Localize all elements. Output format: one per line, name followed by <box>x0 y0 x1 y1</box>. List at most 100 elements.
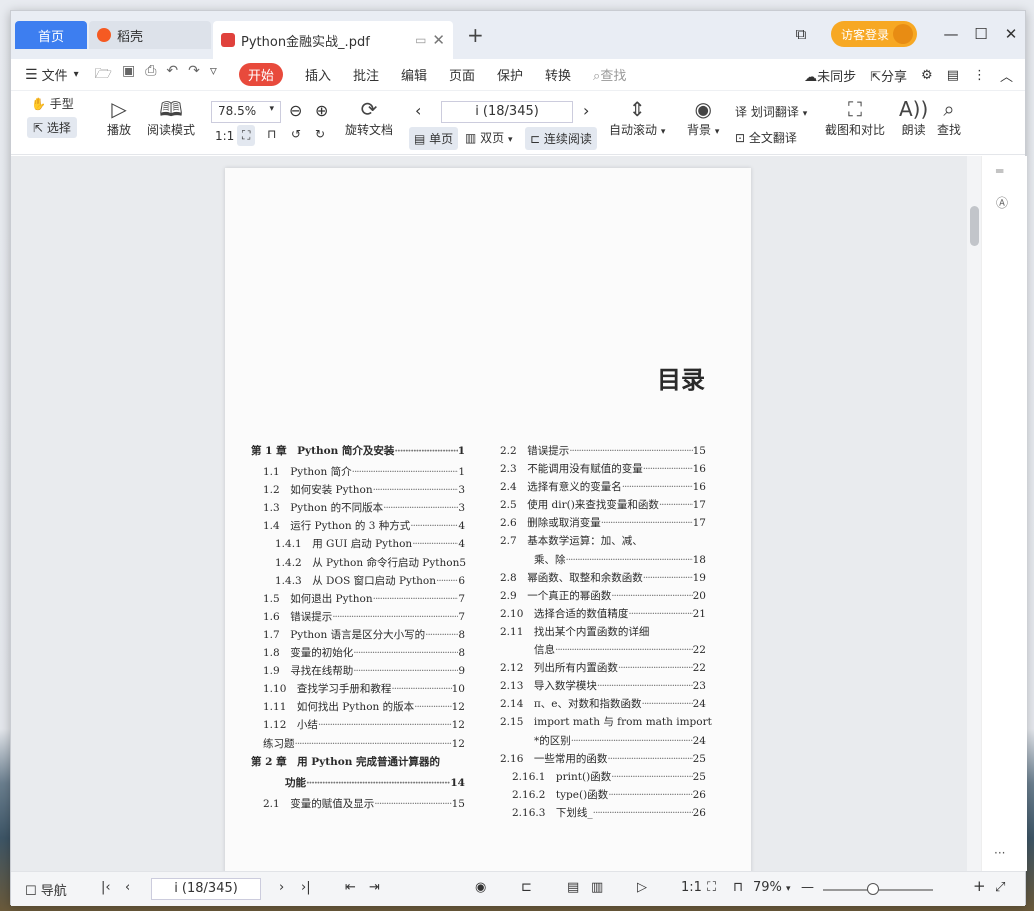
toc-entry[interactable]: *的区别 24 <box>500 732 706 750</box>
menu-edit[interactable]: 编辑 <box>401 65 427 84</box>
toc-entry[interactable]: 1.1 Python 简介 1 <box>251 463 465 481</box>
actual-size-icon[interactable]: 1:1 <box>681 880 702 895</box>
continuous-read-button[interactable]: ⊏ 连续阅读 <box>525 127 597 150</box>
close-window-button[interactable]: ✕ <box>997 25 1025 43</box>
menu-convert[interactable]: 转换 <box>545 65 571 84</box>
full-translate-button[interactable]: ⊡ 全文翻译 <box>735 129 797 146</box>
screenshot-compare-button[interactable]: ⛶ 截图和对比 <box>825 97 885 138</box>
more-vertical-icon[interactable]: ⋮ <box>973 68 986 83</box>
visitor-login-button[interactable]: 访客登录 <box>830 21 917 47</box>
continuous-mode-icon[interactable]: ⊏ <box>521 880 532 895</box>
first-page-icon[interactable]: |‹ <box>101 880 111 895</box>
undo-icon[interactable]: ↶ <box>166 63 178 87</box>
next-page-icon[interactable]: › <box>279 880 284 895</box>
fullscreen-icon[interactable]: ⤢ <box>995 880 1005 895</box>
toc-entry[interactable]: 2.3 不能调用没有赋值的变量 16 <box>500 460 706 478</box>
share-button[interactable]: ⇱分享 <box>870 66 907 85</box>
fit-width-icon[interactable]: ⊓ <box>733 880 743 895</box>
zoom-in-button[interactable]: + <box>973 877 986 895</box>
more-horizontal-icon[interactable]: ··· <box>994 846 1005 860</box>
hamburger-icon[interactable]: ☰ <box>25 67 38 83</box>
toc-entry[interactable]: 2.16.3 下划线_ 26 <box>500 804 706 822</box>
menu-start[interactable]: 开始 <box>238 63 283 86</box>
toc-entry[interactable]: 1.4.1 用 GUI 启动 Python 4 <box>251 535 465 553</box>
fit-page-icon[interactable]: ⛶ <box>707 880 716 895</box>
toc-entry[interactable]: 2.8 幂函数、取整和余数函数 19 <box>500 569 706 587</box>
single-page-icon[interactable]: ▤ <box>567 880 579 895</box>
toc-entry[interactable]: 2.16 一些常用的函数 25 <box>500 750 706 768</box>
toc-entry[interactable]: 1.12 小结 12 <box>251 716 465 734</box>
navigation-button[interactable]: ☐ 导航 <box>25 880 67 899</box>
minimize-button[interactable]: — <box>937 25 965 43</box>
open-folder-icon[interactable]: 🗁 <box>95 63 112 87</box>
toc-entry[interactable]: 2.5 使用 dir()来查找变量和函数 17 <box>500 496 706 514</box>
word-translate-button[interactable]: 译 划词翻译 ▾ <box>735 103 807 120</box>
monitor-icon[interactable]: ▭ <box>415 33 426 47</box>
toc-entry[interactable]: 1.4.2 从 Python 命令行启动 Python 5 <box>251 554 466 572</box>
toc-entry[interactable]: 1.2 如何安装 Python 3 <box>251 481 465 499</box>
actual-size-icon[interactable]: 1:1 <box>215 129 234 143</box>
toc-entry[interactable]: 2.16.1 print()函数 25 <box>500 768 706 786</box>
collapse-ribbon-icon[interactable]: ︿ <box>1000 66 1013 85</box>
save-icon[interactable]: ▣ <box>122 63 135 87</box>
find-button[interactable]: ⌕ 查找 <box>937 97 961 138</box>
toc-entry[interactable]: 1.5 如何退出 Python 7 <box>251 590 465 608</box>
toc-entry[interactable]: 2.7 基本数学运算：加、减、 <box>500 532 706 550</box>
ocr-search-icon[interactable]: Ⓐ <box>996 194 1008 211</box>
toc-entry[interactable]: 2.1 变量的赋值及显示 15 <box>251 795 465 813</box>
new-tab-button[interactable]: + <box>467 23 484 47</box>
double-page-button[interactable]: ▥ 双页 ▾ <box>465 129 513 146</box>
single-page-button[interactable]: ▤ 单页 <box>409 127 459 150</box>
toc-entry[interactable]: 练习题 12 <box>251 735 465 753</box>
tab-home[interactable]: 首页 <box>15 21 87 49</box>
play-icon[interactable]: ▷ <box>637 880 647 895</box>
more-chevron-icon[interactable]: ▿ <box>210 63 217 87</box>
toc-entry[interactable]: 2.4 选择有意义的变量名 16 <box>500 478 706 496</box>
toc-entry[interactable]: 1.8 变量的初始化 8 <box>251 644 465 662</box>
back-icon[interactable]: ⇤ <box>345 880 356 895</box>
double-page-icon[interactable]: ▥ <box>591 880 603 895</box>
toc-entry[interactable]: 1.6 错误提示 7 <box>251 608 465 626</box>
document-canvas[interactable]: 目录 第 1 章 Python 简介及安装 1 1.1 Python 简介 1 1.2 … <box>11 156 967 871</box>
play-button[interactable]: ▷ 播放 <box>107 97 131 138</box>
toc-entry[interactable]: 2.14 π、e、对数和指数函数 24 <box>500 695 706 713</box>
zoom-slider-knob[interactable] <box>867 883 879 895</box>
sync-status[interactable]: ☁未同步 <box>804 66 856 85</box>
zoom-select[interactable]: 78.5% ▾ <box>211 101 281 123</box>
background-button[interactable]: ◉ 背景 ▾ <box>687 97 719 138</box>
last-page-icon[interactable]: ›| <box>301 880 311 895</box>
toc-entry[interactable]: 2.15 import math 与 from math import <box>500 713 712 731</box>
vertical-scrollbar[interactable] <box>967 156 981 871</box>
rotate-document-button[interactable]: ⟳ 旋转文档 <box>345 97 393 138</box>
next-page-icon[interactable]: › <box>583 101 589 120</box>
close-tab-icon[interactable]: ✕ <box>432 31 445 49</box>
toc-entry[interactable]: 2.9 一个真正的幂函数 20 <box>500 587 706 605</box>
comment-icon[interactable]: ▤ <box>947 68 959 83</box>
toc-entry[interactable]: 2.16.2 type()函数 26 <box>500 786 706 804</box>
toc-entry[interactable]: 2.10 选择合适的数值精度 21 <box>500 605 706 623</box>
select-tool[interactable]: ⇱ 选择 <box>27 117 77 138</box>
auto-scroll-button[interactable]: ⇕ 自动滚动 ▾ <box>609 97 665 138</box>
toc-entry[interactable]: 信息 22 <box>500 641 706 659</box>
fit-page-icon[interactable]: ⛶ <box>237 125 256 146</box>
menu-search[interactable]: ⌕查找 <box>593 65 626 84</box>
prev-page-icon[interactable]: ‹ <box>125 880 130 895</box>
rotate-left-icon[interactable]: ↺ <box>291 127 301 141</box>
toc-entry[interactable]: 2.2 错误提示 15 <box>500 442 706 460</box>
forward-icon[interactable]: ⇥ <box>369 880 380 895</box>
redo-icon[interactable]: ↷ <box>188 63 200 87</box>
hand-tool[interactable]: ✋ 手型 <box>31 95 74 112</box>
menu-insert[interactable]: 插入 <box>305 65 331 84</box>
menu-protect[interactable]: 保护 <box>497 65 523 84</box>
toc-entry[interactable]: 1.10 查找学习手册和教程 10 <box>251 680 465 698</box>
tab-pdf-document[interactable]: Python金融实战_.pdf ▭ ✕ <box>213 21 453 59</box>
status-page-input[interactable]: i (18/345) <box>151 878 261 900</box>
toc-entry[interactable]: 2.11 找出某个内置函数的详细 <box>500 623 706 641</box>
window-layout-icon[interactable]: ⧉ <box>787 25 815 43</box>
toc-entry[interactable]: 第 1 章 Python 简介及安装 1 <box>251 442 465 460</box>
fit-width-icon[interactable]: ⊓ <box>267 127 276 141</box>
menu-file[interactable]: 文件 <box>42 65 68 84</box>
chevron-down-icon[interactable]: ▾ <box>74 69 79 80</box>
scrollbar-thumb[interactable] <box>970 206 979 246</box>
print-icon[interactable]: ⎙ <box>145 63 156 87</box>
